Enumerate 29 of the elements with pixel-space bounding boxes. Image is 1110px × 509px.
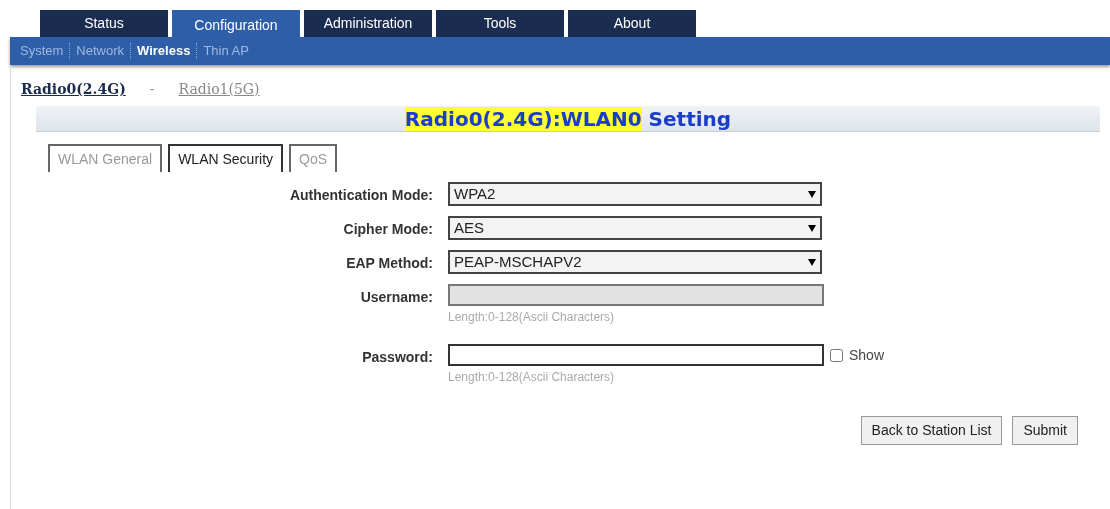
show-checkbox[interactable] <box>830 348 843 362</box>
main-tab[interactable]: Tools <box>436 10 564 37</box>
dropdown-arrow-icon <box>808 258 816 266</box>
select-field[interactable]: PEAP-MSCHAPV2 <box>448 250 822 274</box>
radio-link[interactable]: Radio1(5G) <box>178 79 260 100</box>
field-label: Password: <box>361 348 434 367</box>
dropdown-arrow-icon <box>808 224 816 232</box>
form-button[interactable]: Submit <box>1012 416 1078 445</box>
form-button[interactable]: Back to Station List <box>860 416 1003 445</box>
field-label: Authentication Mode: <box>288 186 434 205</box>
separator: - <box>149 80 155 99</box>
checkbox-label: Show <box>849 345 885 365</box>
radio-link[interactable]: Radio0(2.4G) <box>21 79 126 100</box>
field-label: Cipher Mode: <box>342 220 434 239</box>
field-label: EAP Method: <box>345 254 434 273</box>
select-field[interactable]: WPA2 <box>448 182 822 206</box>
sub-nav-link[interactable]: Wireless <box>137 41 191 61</box>
field-label: Username: <box>359 288 434 307</box>
tab[interactable]: WLAN Security <box>168 144 284 172</box>
main-tab[interactable]: Status <box>40 10 168 37</box>
dropdown-arrow-icon <box>808 190 816 198</box>
main-tab[interactable]: Configuration <box>172 10 300 37</box>
section-title: Radio0(2.4G):WLAN0 Setting <box>404 105 732 133</box>
main-tab[interactable]: About <box>568 10 696 37</box>
main-tab[interactable]: Administration <box>304 10 432 37</box>
field-hint: Length:0-128(Ascii Characters) <box>448 369 616 386</box>
input-field[interactable] <box>448 344 824 366</box>
select-field[interactable]: AES <box>448 216 822 240</box>
field-hint: Length:0-128(Ascii Characters) <box>448 309 616 326</box>
